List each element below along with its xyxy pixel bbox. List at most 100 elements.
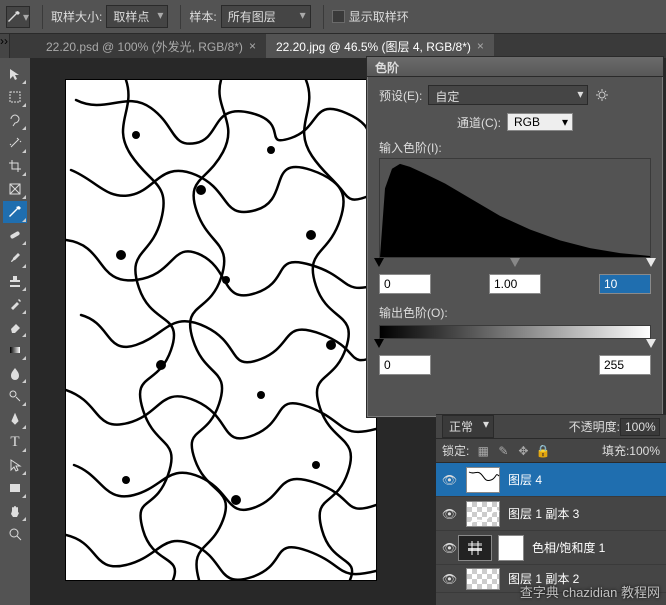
- close-icon[interactable]: ×: [249, 39, 256, 53]
- dodge-tool[interactable]: [3, 385, 27, 407]
- layer-thumb[interactable]: [466, 568, 500, 590]
- tab-label: 22.20.psd @ 100% (外发光, RGB/8*): [46, 38, 243, 55]
- spot-heal-tool[interactable]: [3, 224, 27, 246]
- eyedropper-tool[interactable]: [3, 201, 27, 223]
- hand-tool[interactable]: [3, 500, 27, 522]
- output-shadow-field[interactable]: [379, 355, 431, 375]
- blend-mode-dropdown[interactable]: 正常: [442, 415, 494, 438]
- layer-row[interactable]: 👁 图层 1 副本 3: [436, 497, 666, 531]
- clone-tool[interactable]: [3, 270, 27, 292]
- midtone-slider[interactable]: [510, 258, 520, 267]
- layer-name[interactable]: 色相/饱和度 1: [532, 539, 605, 556]
- type-icon: T: [10, 434, 19, 451]
- sample-label: 样本:: [189, 8, 216, 25]
- lock-all-icon[interactable]: 🔒: [535, 443, 551, 459]
- output-highlight-field[interactable]: [599, 355, 651, 375]
- lasso-tool[interactable]: [3, 109, 27, 131]
- input-highlight-field[interactable]: [599, 274, 651, 294]
- dialog-title[interactable]: 色阶: [367, 57, 663, 77]
- eyedropper-icon: [7, 10, 21, 24]
- layer-name[interactable]: 图层 1 副本 3: [508, 505, 579, 522]
- arrow-icon: [8, 458, 22, 472]
- eraser-icon: [8, 320, 22, 334]
- opacity-label: 不透明度:: [569, 418, 620, 435]
- tools-panel: T: [0, 58, 30, 546]
- tab-doc-1[interactable]: 22.20.psd @ 100% (外发光, RGB/8*) ×: [36, 34, 266, 59]
- fill-label: 填充:: [602, 442, 629, 459]
- lock-paint-icon[interactable]: ✎: [495, 443, 511, 459]
- stamp-icon: [8, 274, 22, 288]
- highlight-slider[interactable]: [646, 258, 656, 267]
- blur-tool[interactable]: [3, 362, 27, 384]
- sample-size-dropdown[interactable]: 取样点: [106, 5, 168, 28]
- magic-wand-tool[interactable]: [3, 132, 27, 154]
- gear-icon[interactable]: [594, 87, 610, 103]
- shape-tool[interactable]: [3, 477, 27, 499]
- marquee-tool[interactable]: [3, 86, 27, 108]
- opacity-field[interactable]: 100%: [620, 418, 660, 436]
- options-bar: ▾ 取样大小: 取样点 样本: 所有图层 显示取样环: [0, 0, 666, 34]
- zoom-tool[interactable]: [3, 523, 27, 545]
- layer-name[interactable]: 图层 4: [508, 471, 542, 488]
- frame-icon: [8, 182, 22, 196]
- histogram-graph: [380, 159, 650, 257]
- tab-minibar[interactable]: ››: [0, 34, 10, 58]
- layers-list: 👁 图层 4 👁 图层 1 副本 3 👁 色相/饱和度 1 👁 图层 1 副本 …: [436, 463, 666, 593]
- input-sliders[interactable]: [379, 258, 651, 272]
- active-tool-preview[interactable]: ▾: [6, 6, 30, 28]
- lock-pixels-icon[interactable]: ▦: [475, 443, 491, 459]
- layer-name[interactable]: 图层 1 副本 2: [508, 570, 579, 587]
- history-brush-tool[interactable]: [3, 293, 27, 315]
- dodge-icon: [8, 389, 22, 403]
- adjustment-thumb[interactable]: [458, 535, 492, 561]
- input-midtone-field[interactable]: [489, 274, 541, 294]
- output-levels-label: 输出色阶(O):: [379, 304, 651, 321]
- shadow-slider[interactable]: [374, 258, 384, 267]
- separator: [180, 5, 181, 29]
- layer-row[interactable]: 👁 色相/饱和度 1: [436, 531, 666, 565]
- visibility-icon[interactable]: 👁: [442, 541, 458, 555]
- document-canvas[interactable]: [66, 80, 376, 580]
- channel-dropdown[interactable]: RGB: [507, 113, 573, 131]
- path-select-tool[interactable]: [3, 454, 27, 476]
- sample-dropdown[interactable]: 所有图层: [221, 5, 311, 28]
- history-brush-icon: [8, 297, 22, 311]
- histogram: [379, 158, 651, 258]
- type-tool[interactable]: T: [3, 431, 27, 453]
- wand-icon: [8, 136, 22, 150]
- lock-position-icon[interactable]: ✥: [515, 443, 531, 459]
- layer-thumb[interactable]: [466, 467, 500, 493]
- output-sliders[interactable]: [379, 339, 651, 353]
- hand-icon: [8, 504, 22, 518]
- output-shadow-slider[interactable]: [374, 339, 384, 348]
- layer-row[interactable]: 👁 图层 1 副本 2: [436, 565, 666, 593]
- preset-dropdown[interactable]: 自定: [428, 85, 588, 105]
- layer-mask-thumb[interactable]: [498, 535, 524, 561]
- brush-tool[interactable]: [3, 247, 27, 269]
- tab-label: 22.20.jpg @ 46.5% (图层 4, RGB/8*): [276, 38, 471, 55]
- sample-size-label: 取样大小:: [51, 8, 102, 25]
- fill-field[interactable]: 100%: [629, 444, 660, 458]
- layer-row[interactable]: 👁 图层 4: [436, 463, 666, 497]
- show-ring-label: 显示取样环: [349, 8, 409, 25]
- output-highlight-slider[interactable]: [646, 339, 656, 348]
- lock-label: 锁定:: [442, 442, 469, 459]
- frame-tool[interactable]: [3, 178, 27, 200]
- tab-doc-2[interactable]: 22.20.jpg @ 46.5% (图层 4, RGB/8*) ×: [266, 34, 494, 59]
- move-icon: [8, 67, 22, 81]
- pen-tool[interactable]: [3, 408, 27, 430]
- layer-thumb[interactable]: [466, 501, 500, 527]
- gradient-tool[interactable]: [3, 339, 27, 361]
- input-shadow-field[interactable]: [379, 274, 431, 294]
- close-icon[interactable]: ×: [477, 39, 484, 53]
- crop-tool[interactable]: [3, 155, 27, 177]
- eraser-tool[interactable]: [3, 316, 27, 338]
- visibility-icon[interactable]: 👁: [442, 572, 458, 586]
- separator: [42, 5, 43, 29]
- visibility-icon[interactable]: 👁: [442, 507, 458, 521]
- show-ring-checkbox[interactable]: [332, 10, 345, 23]
- move-tool[interactable]: [3, 63, 27, 85]
- drop-icon: [8, 366, 22, 380]
- visibility-icon[interactable]: 👁: [442, 473, 458, 487]
- eyedropper-icon: [8, 205, 22, 219]
